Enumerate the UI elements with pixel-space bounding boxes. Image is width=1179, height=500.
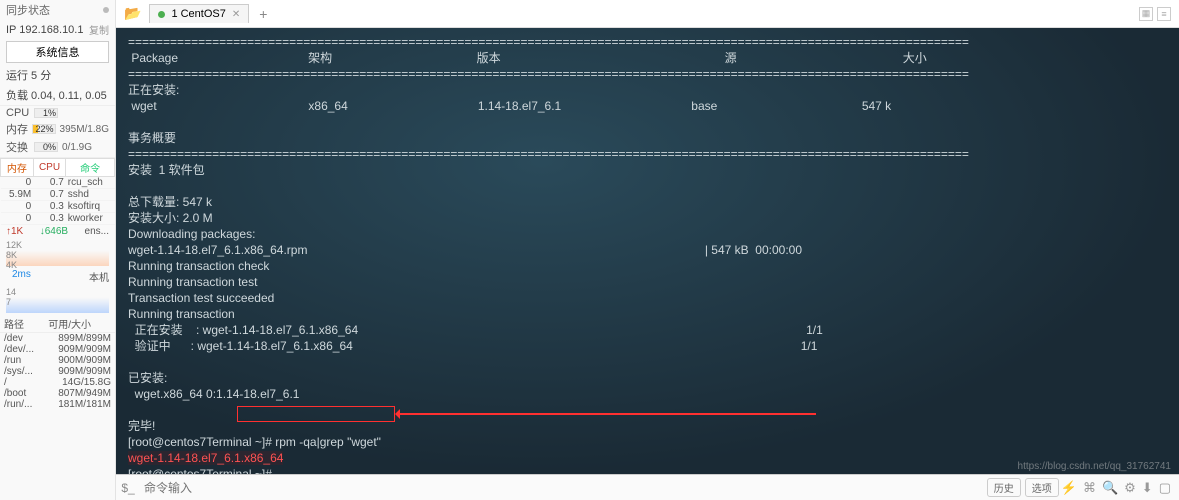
table-row: /dev/...909M/909M bbox=[0, 344, 115, 355]
process-table: 内存 CPU 命令 00.7rcu_sch 5.9M0.7sshd 00.3ks… bbox=[0, 158, 115, 225]
bolt-icon[interactable]: ⚡ bbox=[1061, 480, 1077, 496]
tab-bar: 📂 1 CentOS7 ✕ + ▦ ≡ bbox=[116, 0, 1179, 28]
proc-hdr-mem[interactable]: 内存 bbox=[1, 159, 34, 177]
prompt-icon: $_ bbox=[116, 481, 140, 495]
ping-host[interactable]: 本机 bbox=[89, 269, 109, 284]
proc-hdr-cmd[interactable]: 命令 bbox=[66, 159, 115, 177]
search-icon[interactable]: 🔍 bbox=[1102, 480, 1118, 496]
annotation-arrow-icon bbox=[396, 413, 816, 415]
gear-icon[interactable]: ⚙ bbox=[1124, 480, 1136, 496]
tab-label: 1 CentOS7 bbox=[171, 8, 225, 20]
net-sparkline: 12K8K4K bbox=[6, 240, 109, 266]
close-icon[interactable]: ✕ bbox=[232, 9, 240, 20]
bottom-bar: $_ 历史 选项 ⚡ ⌘ 🔍 ⚙ ⬇ ▢ bbox=[116, 474, 1179, 500]
table-row: /boot807M/949M bbox=[0, 388, 115, 399]
swap-label: 交换 bbox=[6, 139, 34, 155]
grid-view-icon[interactable]: ▦ bbox=[1139, 7, 1153, 21]
code-icon[interactable]: ⌘ bbox=[1083, 480, 1096, 496]
ping-value: 2ms bbox=[6, 269, 37, 284]
download-icon[interactable]: ⬇ bbox=[1142, 480, 1153, 496]
table-row: /run/...181M/181M bbox=[0, 399, 115, 410]
table-row: /run900M/909M bbox=[0, 355, 115, 366]
system-info-button[interactable]: 系统信息 bbox=[6, 41, 109, 63]
mem-label: 内存 bbox=[6, 121, 32, 137]
new-tab-button[interactable]: + bbox=[253, 6, 273, 22]
table-row: /dev899M/899M bbox=[0, 333, 115, 345]
net-upload: ↑1K bbox=[6, 226, 23, 237]
watermark-text: https://blog.csdn.net/qq_31762741 bbox=[1018, 461, 1171, 472]
ping-sparkline: 147 bbox=[6, 287, 109, 313]
fs-hdr-size[interactable]: 可用/大小 bbox=[44, 315, 115, 333]
status-dot-icon bbox=[158, 11, 165, 18]
command-input[interactable] bbox=[140, 481, 985, 495]
net-download: ↓646B bbox=[40, 226, 68, 237]
main-area: 📂 1 CentOS7 ✕ + ▦ ≡ ====================… bbox=[116, 0, 1179, 500]
list-view-icon[interactable]: ≡ bbox=[1157, 7, 1171, 21]
uptime-text: 运行 5 分 bbox=[6, 67, 51, 83]
tab-centos7[interactable]: 1 CentOS7 ✕ bbox=[149, 4, 249, 23]
table-row: 5.9M0.7sshd bbox=[1, 189, 115, 201]
cpu-bar: 1% bbox=[34, 108, 58, 118]
sync-status-label: 同步状态 bbox=[6, 2, 50, 18]
options-button[interactable]: 选项 bbox=[1025, 478, 1059, 497]
mem-text: 395M/1.8G bbox=[60, 124, 109, 135]
grep-result-highlight: wget-1.14-18.el7_6.1.x86_64 bbox=[128, 451, 283, 465]
swap-text: 0/1.9G bbox=[62, 142, 92, 153]
cpu-label: CPU bbox=[6, 107, 34, 119]
table-row: 00.3kworker bbox=[1, 213, 115, 225]
table-row: /14G/15.8G bbox=[0, 377, 115, 388]
load-text: 负载 0.04, 0.11, 0.05 bbox=[6, 87, 107, 103]
table-row: 00.3ksoftirq bbox=[1, 201, 115, 213]
sidebar: 同步状态 IP 192.168.10.1 复制 系统信息 运行 5 分 负载 0… bbox=[0, 0, 116, 500]
terminal-output[interactable]: ========================================… bbox=[116, 28, 1179, 474]
proc-hdr-cpu[interactable]: CPU bbox=[33, 159, 66, 177]
mem-bar: 22% bbox=[32, 124, 56, 134]
history-button[interactable]: 历史 bbox=[987, 478, 1021, 497]
table-row: /sys/...909M/909M bbox=[0, 366, 115, 377]
copy-button[interactable]: 复制 bbox=[89, 22, 109, 37]
filesystem-table: 路径可用/大小 /dev899M/899M /dev/...909M/909M … bbox=[0, 315, 115, 410]
status-dot-icon bbox=[103, 7, 109, 13]
table-row: 00.7rcu_sch bbox=[1, 177, 115, 189]
net-interface[interactable]: ens... bbox=[85, 226, 109, 237]
folder-icon[interactable]: 📂 bbox=[124, 5, 141, 22]
terminal-icon[interactable]: ▢ bbox=[1159, 480, 1171, 496]
annotation-box bbox=[237, 406, 395, 422]
swap-bar: 0% bbox=[34, 142, 58, 152]
fs-hdr-path[interactable]: 路径 bbox=[0, 315, 44, 333]
ip-address: IP 192.168.10.1 bbox=[6, 24, 83, 36]
